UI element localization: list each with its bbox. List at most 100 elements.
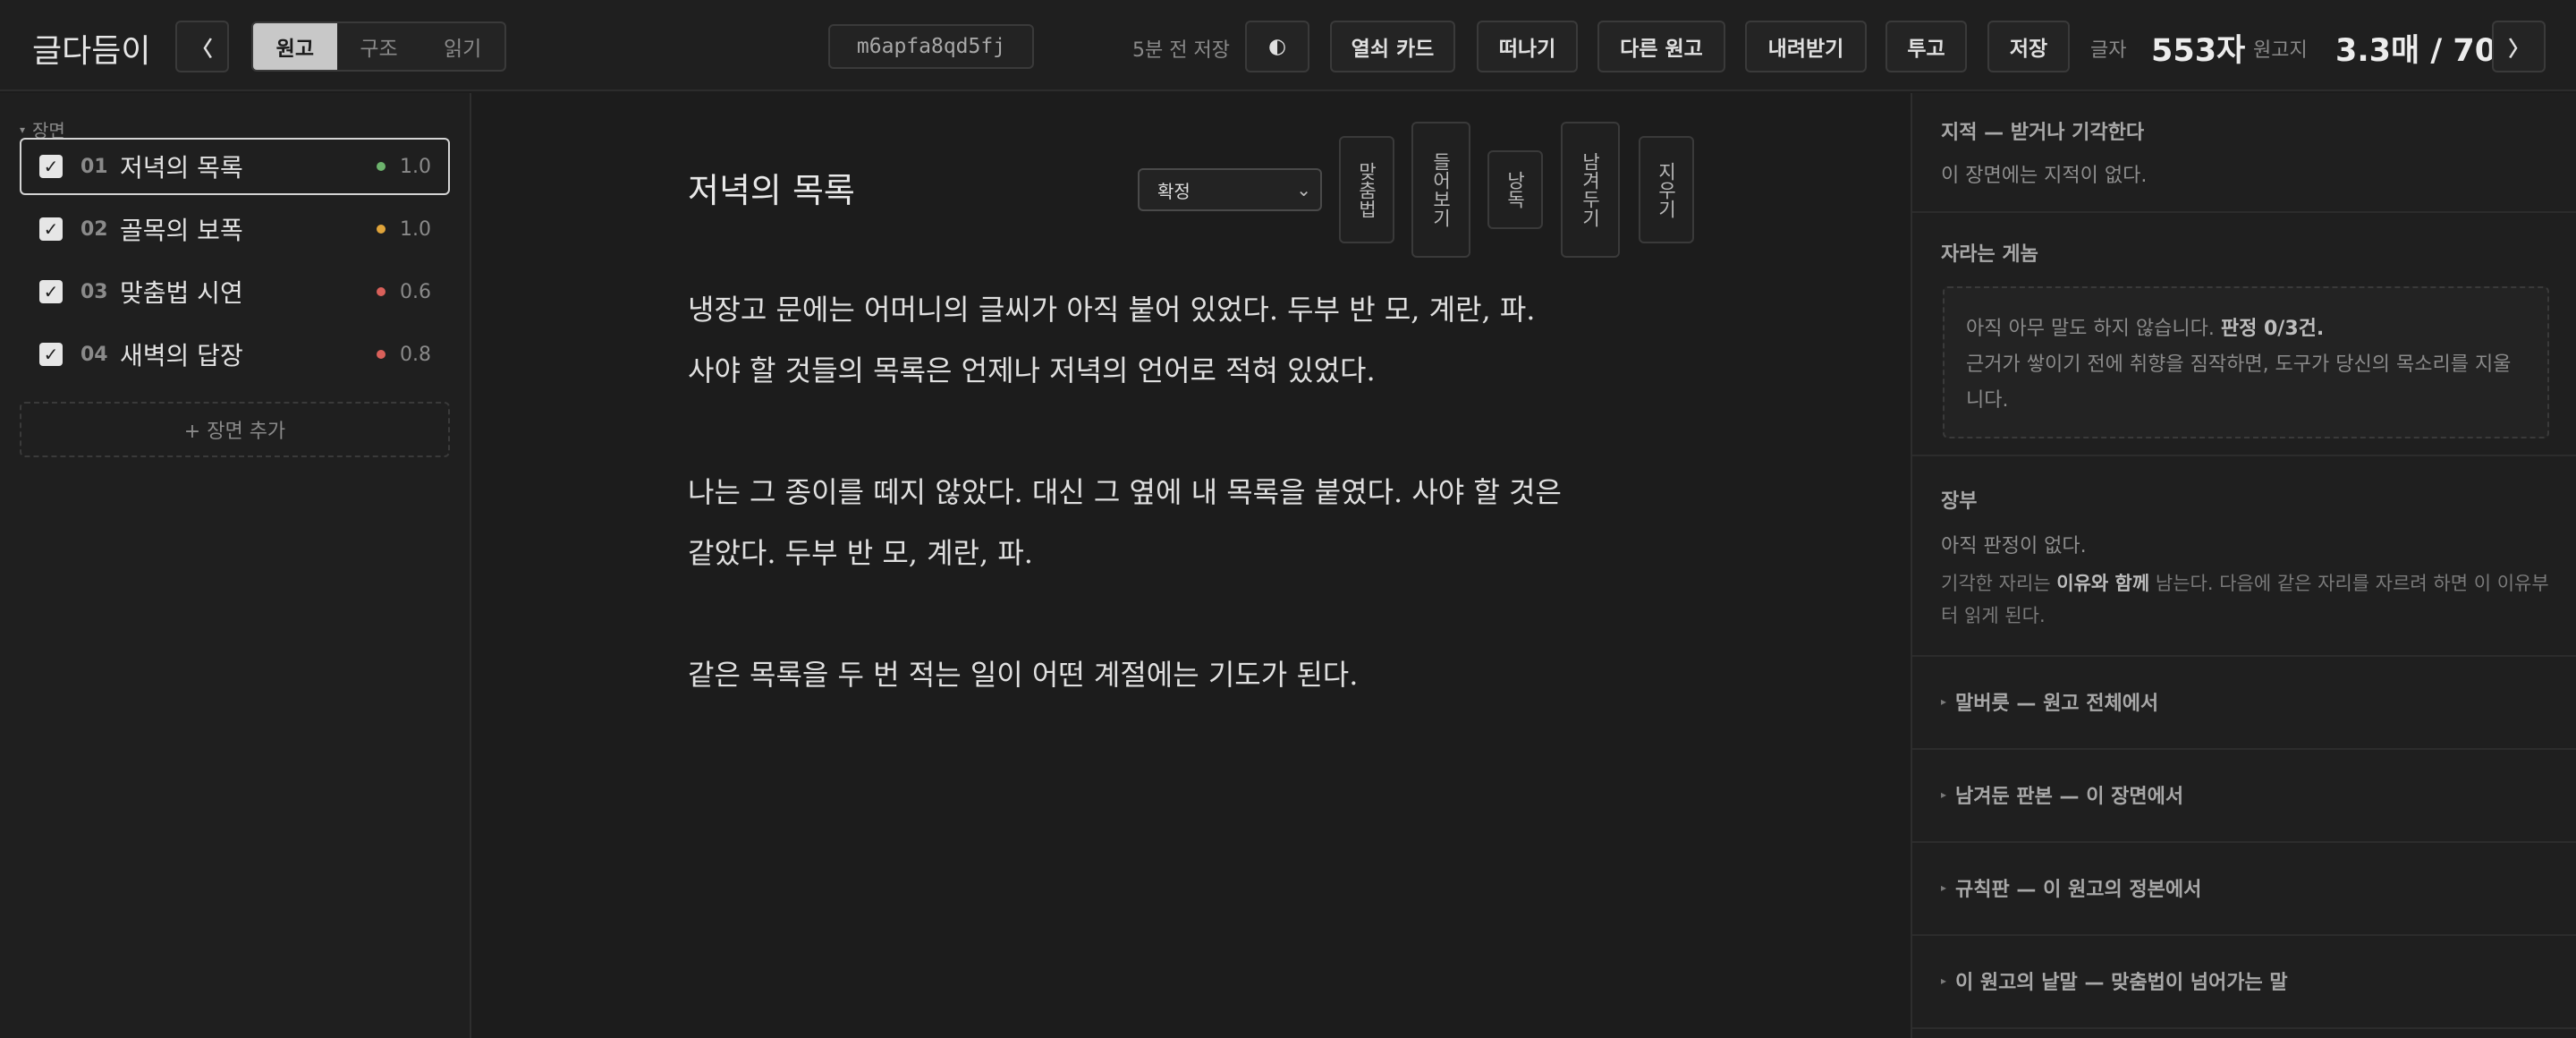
scene-score: 1.0	[400, 155, 431, 178]
next-button[interactable]: 〉	[2492, 21, 2546, 72]
scene-checkbox[interactable]: ✓	[39, 343, 63, 366]
scene-item-04[interactable]: ✓ 04 새벽의 답장 0.8	[20, 326, 450, 383]
mode-tab-draft[interactable]: 원고	[253, 23, 337, 70]
contrast-icon: ◐	[1267, 35, 1287, 58]
leave-button[interactable]: 떠나기	[1477, 21, 1578, 72]
genome-line-2: 근거가 쌓이기 전에 취향을 짐작하면, 도구가 당신의 목소리를 지울	[1966, 353, 2512, 376]
scene-status-dot	[377, 287, 386, 296]
genome-line-1: 아직 아무 말도 하지 않습니다. 판정 0/3건.	[1966, 311, 2526, 347]
scene-title: 새벽의 답장	[120, 341, 243, 370]
paragraph[interactable]: 냉장고 문에는 어머니의 글씨가 아직 붙어 있었다. 두부 반 모, 계란, …	[688, 279, 1743, 401]
save-button[interactable]: 저장	[1987, 21, 2070, 72]
vocabulary-section: ▸ 이 원고의 낱말 — 맞춤법이 넘어가는 말	[1912, 936, 2576, 1029]
scene-number: 02	[80, 217, 108, 241]
download-button[interactable]: 내려받기	[1745, 21, 1867, 72]
kept-versions-toggle[interactable]: ▸ 남겨둔 판본 — 이 장면에서	[1941, 780, 2183, 809]
scene-score: 0.6	[400, 280, 431, 303]
scene-item-02[interactable]: ✓ 02 골목의 보폭 1.0	[20, 200, 450, 258]
expand-triangle-icon: ▸	[1941, 788, 1947, 801]
scene-checkbox[interactable]: ✓	[39, 280, 63, 303]
scene-checkbox[interactable]: ✓	[39, 155, 63, 178]
expand-triangle-icon: ▸	[1941, 881, 1947, 894]
collapse-caret-icon: ▾	[20, 123, 26, 136]
add-scene-button[interactable]: + 장면 추가	[20, 402, 450, 457]
status-value: 확정	[1157, 180, 1191, 202]
rulebook-section: ▸ 규칙판 — 이 원고의 정본에서	[1912, 843, 2576, 936]
kept-versions-title: 남겨둔 판본 — 이 장면에서	[1955, 786, 2184, 808]
spellcheck-button[interactable]: 맞춤법	[1339, 136, 1394, 243]
paragraph[interactable]: 같은 목록을 두 번 적는 일이 어떤 계절에는 기도가 된다.	[688, 644, 1743, 705]
ledger-note-text: 터 읽게 된다.	[1941, 605, 2046, 626]
top-toolbar: 글다듬이 〈 원고 구조 읽기 m6apfa8qd5fj 5분 전 저장 ◐ 열…	[0, 0, 2576, 91]
delete-button[interactable]: 지우기	[1639, 136, 1694, 243]
scene-status-dot	[377, 162, 386, 171]
rulebook-toggle[interactable]: ▸ 규칙판 — 이 원고의 정본에서	[1941, 873, 2201, 902]
vocabulary-toggle[interactable]: ▸ 이 원고의 낱말 — 맞춤법이 넘어가는 말	[1941, 966, 2288, 995]
char-count-label: 글자	[2090, 39, 2127, 62]
rulebook-title: 규칙판 — 이 원고의 정본에서	[1955, 879, 2202, 901]
prev-button[interactable]: 〈	[175, 21, 229, 72]
scene-heading[interactable]: 저녁의 목록	[688, 163, 855, 212]
ledger-note: 기각한 자리는 이유와 함께 남는다. 다음에 같은 자리를 자르려 하면 이 …	[1941, 567, 2549, 632]
chevron-down-icon: ⌄	[1296, 179, 1311, 200]
other-draft-button[interactable]: 다른 원고	[1597, 21, 1725, 72]
points-empty-text: 이 장면에는 지적이 없다.	[1941, 165, 2148, 187]
scene-score: 0.8	[400, 343, 431, 366]
expand-triangle-icon: ▸	[1941, 974, 1947, 987]
ledger-title: 장부	[1941, 490, 1978, 513]
habits-title: 말버릇 — 원고 전체에서	[1955, 693, 2159, 715]
ledger-note-text: 남는다. 다음에 같은 자리를 자르려 하면 이 이유부	[2149, 573, 2549, 594]
save-status: 5분 전 저장	[1132, 39, 1230, 62]
mode-switcher: 원고 구조 읽기	[251, 21, 506, 72]
scene-item-03[interactable]: ✓ 03 맞춤법 시연 0.6	[20, 263, 450, 320]
text-line: 같았다. 두부 반 모, 계란, 파.	[688, 536, 1033, 570]
genome-section: 자라는 게놈 아직 아무 말도 하지 않습니다. 판정 0/3건. 근거가 쌓이…	[1912, 213, 2576, 456]
ledger-note-bold: 이유와 함께	[2056, 573, 2150, 594]
scene-item-01[interactable]: ✓ 01 저녁의 목록 1.0	[20, 138, 450, 195]
mode-tab-read[interactable]: 읽기	[420, 23, 504, 70]
text-line: 나는 그 종이를 떼지 않았다. 대신 그 옆에 내 목록을 붙였다. 사야 할…	[688, 475, 1562, 509]
text-line: 같은 목록을 두 번 적는 일이 어떤 계절에는 기도가 된다.	[688, 658, 1359, 692]
habits-section: ▸ 말버릇 — 원고 전체에서	[1912, 657, 2576, 750]
submit-button[interactable]: 투고	[1885, 21, 1967, 72]
vocabulary-title: 이 원고의 낱말 — 맞춤법이 넘어가는 말	[1955, 972, 2288, 994]
scene-title: 골목의 보폭	[120, 216, 243, 245]
expand-triangle-icon: ▸	[1941, 695, 1947, 708]
document-id-field[interactable]: m6apfa8qd5fj	[828, 24, 1034, 69]
scene-score: 1.0	[400, 217, 431, 241]
scene-status-dot	[377, 350, 386, 359]
points-section: 지적 — 받거나 기각한다 이 장면에는 지적이 없다.	[1912, 93, 2576, 213]
char-count-value: 553자	[2151, 33, 2246, 69]
scene-status-dot	[377, 225, 386, 234]
scene-sidebar: ▾ 장면 ✓ 01 저녁의 목록 1.0 ✓ 02 골목의 보폭 1.0 ✓ 0…	[0, 93, 471, 1038]
genome-line-3: 니다.	[1966, 389, 2009, 412]
scene-checkbox[interactable]: ✓	[39, 217, 63, 241]
genome-status-box: 아직 아무 말도 하지 않습니다. 판정 0/3건. 근거가 쌓이기 전에 취향…	[1943, 286, 2549, 438]
listen-button[interactable]: 들어보기	[1411, 122, 1470, 258]
review-panel: 지적 — 받거나 기각한다 이 장면에는 지적이 없다. 자라는 게놈 아직 아…	[1911, 93, 2576, 1038]
manuscript-editor: 저녁의 목록 확정 ⌄ 맞춤법 들어보기 낭독 남겨두기 지우기 냉장고 문에는…	[473, 93, 1911, 1038]
paragraph[interactable]: 나는 그 종이를 떼지 않았다. 대신 그 옆에 내 목록을 붙였다. 사야 할…	[688, 462, 1743, 583]
theme-toggle-button[interactable]: ◐	[1245, 21, 1309, 72]
scene-title: 맞춤법 시연	[120, 278, 243, 308]
kept-versions-section: ▸ 남겨둔 판본 — 이 장면에서	[1912, 750, 2576, 843]
app-title: 글다듬이	[32, 33, 151, 70]
scene-number: 04	[80, 343, 108, 366]
text-line: 사야 할 것들의 목록은 언제나 저녁의 언어로 적혀 있었다.	[688, 353, 1376, 387]
scene-number: 01	[80, 155, 108, 178]
keep-button[interactable]: 남겨두기	[1561, 122, 1620, 258]
key-card-button[interactable]: 열쇠 카드	[1330, 21, 1455, 72]
verdict-count: 판정 0/3건.	[2220, 318, 2325, 340]
manuscript-count-value: 3.3매 / 70	[2335, 33, 2497, 69]
ledger-note-text: 기각한 자리는	[1941, 573, 2057, 594]
mode-tab-structure[interactable]: 구조	[337, 23, 421, 70]
genome-text: 아직 아무 말도 하지 않습니다.	[1966, 318, 2221, 340]
genome-title: 자라는 게놈	[1941, 243, 2038, 266]
ledger-section: 장부 아직 판정이 없다. 기각한 자리는 이유와 함께 남는다. 다음에 같은…	[1912, 456, 2576, 657]
scene-status-select[interactable]: 확정 ⌄	[1138, 168, 1322, 211]
manuscript-count-label: 원고지	[2253, 39, 2308, 62]
read-aloud-button[interactable]: 낭독	[1487, 150, 1543, 229]
scene-title: 저녁의 목록	[120, 153, 243, 183]
habits-toggle[interactable]: ▸ 말버릇 — 원고 전체에서	[1941, 687, 2158, 716]
ledger-empty-text: 아직 판정이 없다.	[1941, 535, 2087, 557]
